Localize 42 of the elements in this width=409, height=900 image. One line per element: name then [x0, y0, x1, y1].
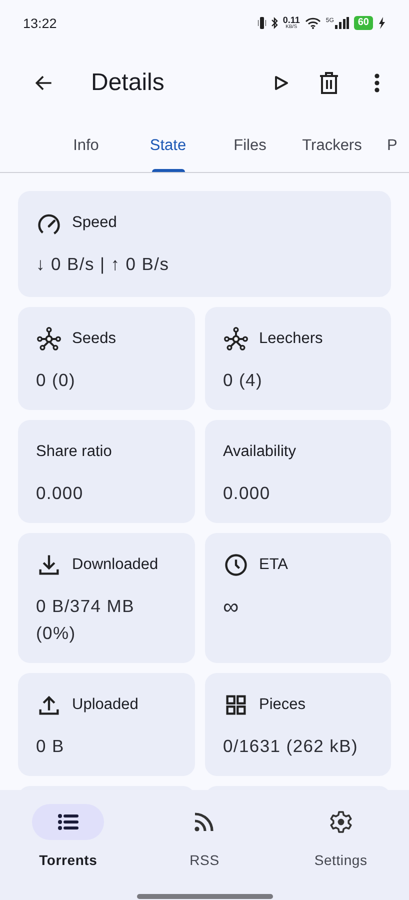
card-title: Seeds: [72, 330, 116, 348]
play-icon: [273, 75, 289, 91]
page-title: Details: [91, 69, 166, 97]
card-value: 0 B: [36, 735, 66, 758]
card-value: 0/1631 (262 kB): [223, 735, 360, 758]
clock: 13:22: [23, 16, 58, 30]
card-title: Downloaded: [72, 556, 158, 574]
card-title: Share ratio: [36, 443, 112, 461]
wifi-icon: [304, 17, 321, 29]
card-value: 0.000: [223, 482, 272, 505]
tab[interactable]: Files: [209, 120, 291, 172]
trash-icon: [319, 72, 339, 94]
card-title: ETA: [259, 556, 288, 574]
network-icon: [223, 326, 249, 352]
card-title: Leechers: [259, 330, 323, 348]
nav-item[interactable]: Settings: [272, 804, 409, 868]
settings-icon: [328, 810, 353, 834]
tab[interactable]: P: [373, 120, 402, 172]
more-icon: [374, 73, 380, 93]
bluetooth-icon: [270, 17, 278, 29]
battery-level: 60: [354, 16, 373, 30]
card-value: 0 (0): [36, 369, 76, 392]
card-title: Pieces: [259, 696, 306, 714]
nav-item[interactable]: Torrents: [0, 804, 136, 868]
clock-icon: [223, 552, 249, 578]
card-value: ∞: [223, 593, 240, 620]
tab[interactable]: State: [127, 120, 209, 172]
card-value: 0 (4): [223, 369, 264, 392]
tab[interactable]: Trackers: [291, 120, 373, 172]
vibrate-icon: [258, 17, 266, 29]
card-value: 0 B/374 MB (0%): [36, 595, 136, 645]
signal-icon: [334, 17, 349, 29]
nav-item[interactable]: RSS: [136, 804, 273, 868]
card-title: Availability: [223, 443, 296, 461]
card-title: Speed: [72, 214, 117, 232]
card-value: ↓ 0 B/s | ↑ 0 B/s: [36, 253, 170, 276]
network-icon: [36, 326, 62, 352]
card-title: Uploaded: [72, 696, 138, 714]
tab[interactable]: Info: [45, 120, 127, 172]
network-speed: 0.11: [282, 16, 300, 25]
card-value: 0.000: [36, 482, 84, 505]
rss-icon: [192, 810, 216, 834]
